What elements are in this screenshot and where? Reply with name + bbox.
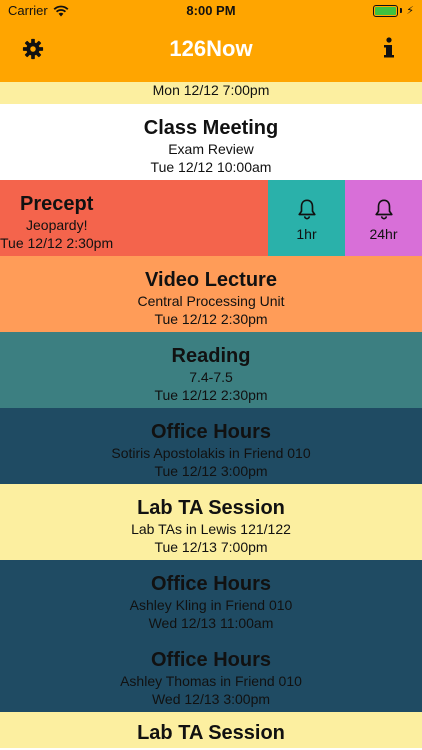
event-subtitle: Exam Review xyxy=(168,141,254,157)
event-title: Precept xyxy=(20,193,94,215)
battery-icon: ⚡ xyxy=(373,4,414,17)
event-date: Tue 12/12 2:30pm xyxy=(154,387,268,403)
event-date: Tue 12/12 3:00pm xyxy=(154,463,268,479)
remind-1hr-label: 1hr xyxy=(296,226,317,242)
bell-icon xyxy=(374,199,393,220)
charging-icon: ⚡ xyxy=(406,5,414,17)
list-item-office-hours[interactable]: Office Hours Ashley Kling in Friend 010 … xyxy=(0,560,422,636)
event-title: Reading xyxy=(171,345,251,367)
swiped-row-content[interactable]: Precept Jeopardy! Tue 12/12 2:30pm xyxy=(0,180,268,256)
remind-1hr-button[interactable]: 1hr xyxy=(268,180,345,256)
event-subtitle: Jeopardy! xyxy=(26,217,88,233)
event-title: Class Meeting xyxy=(143,117,279,139)
event-title: Office Hours xyxy=(150,573,272,595)
event-subtitle: Lab TAs in Lewis 121/122 xyxy=(131,521,291,537)
navigation-bar: 126Now xyxy=(0,22,422,82)
event-date: Tue 12/13 7:00pm xyxy=(154,539,268,555)
list-item-office-hours[interactable]: Office Hours Sotiris Apostolakis in Frie… xyxy=(0,408,422,484)
event-title: Lab TA Session xyxy=(137,497,285,519)
list-item-reading[interactable]: Reading 7.4-7.5 Tue 12/12 2:30pm xyxy=(0,332,422,408)
event-date: Tue 12/12 2:30pm xyxy=(154,311,268,327)
list-item[interactable]: Mon 12/12 7:00pm xyxy=(0,82,422,104)
info-icon[interactable] xyxy=(382,36,396,60)
list-item-office-hours[interactable]: Office Hours Ashley Thomas in Friend 010… xyxy=(0,636,422,712)
event-subtitle: 7.4-7.5 xyxy=(189,369,233,385)
remind-24hr-button[interactable]: 24hr xyxy=(345,180,422,256)
app-title: 126Now xyxy=(169,36,253,61)
event-date: Tue 12/12 10:00am xyxy=(150,159,272,175)
remind-24hr-label: 24hr xyxy=(369,226,398,242)
events-list[interactable]: Mon 12/12 7:00pm Class Meeting Exam Revi… xyxy=(0,82,422,748)
list-item-lab-ta-session[interactable]: Lab TA Session xyxy=(0,712,422,748)
event-date: Wed 12/13 11:00am xyxy=(148,615,274,631)
list-item-lab-ta-session[interactable]: Lab TA Session Lab TAs in Lewis 121/122 … xyxy=(0,484,422,560)
event-title: Video Lecture xyxy=(145,269,277,291)
event-subtitle: Central Processing Unit xyxy=(137,293,285,309)
status-time: 8:00 PM xyxy=(186,3,236,18)
event-date: Wed 12/13 3:00pm xyxy=(151,691,271,707)
event-subtitle: Ashley Kling in Friend 010 xyxy=(129,597,293,613)
list-item-precept[interactable]: Precept Jeopardy! Tue 12/12 2:30pm 1hr 2… xyxy=(0,180,422,256)
bell-icon xyxy=(297,199,316,220)
list-item-class-meeting[interactable]: Class Meeting Exam Review Tue 12/12 10:0… xyxy=(0,104,422,180)
event-subtitle: Sotiris Apostolakis in Friend 010 xyxy=(111,445,311,461)
event-title: Lab TA Session xyxy=(137,722,285,744)
event-title: Office Hours xyxy=(150,649,272,671)
event-subtitle: Ashley Thomas in Friend 010 xyxy=(120,673,302,689)
list-item-video-lecture[interactable]: Video Lecture Central Processing Unit Tu… xyxy=(0,256,422,332)
top-bar: Carrier 8:00 PM ⚡ 126Now xyxy=(0,0,422,82)
event-date: Tue 12/12 2:30pm xyxy=(0,235,114,251)
status-bar: Carrier 8:00 PM ⚡ xyxy=(0,0,422,22)
event-date: Mon 12/12 7:00pm xyxy=(152,82,270,98)
event-title: Office Hours xyxy=(150,421,272,443)
